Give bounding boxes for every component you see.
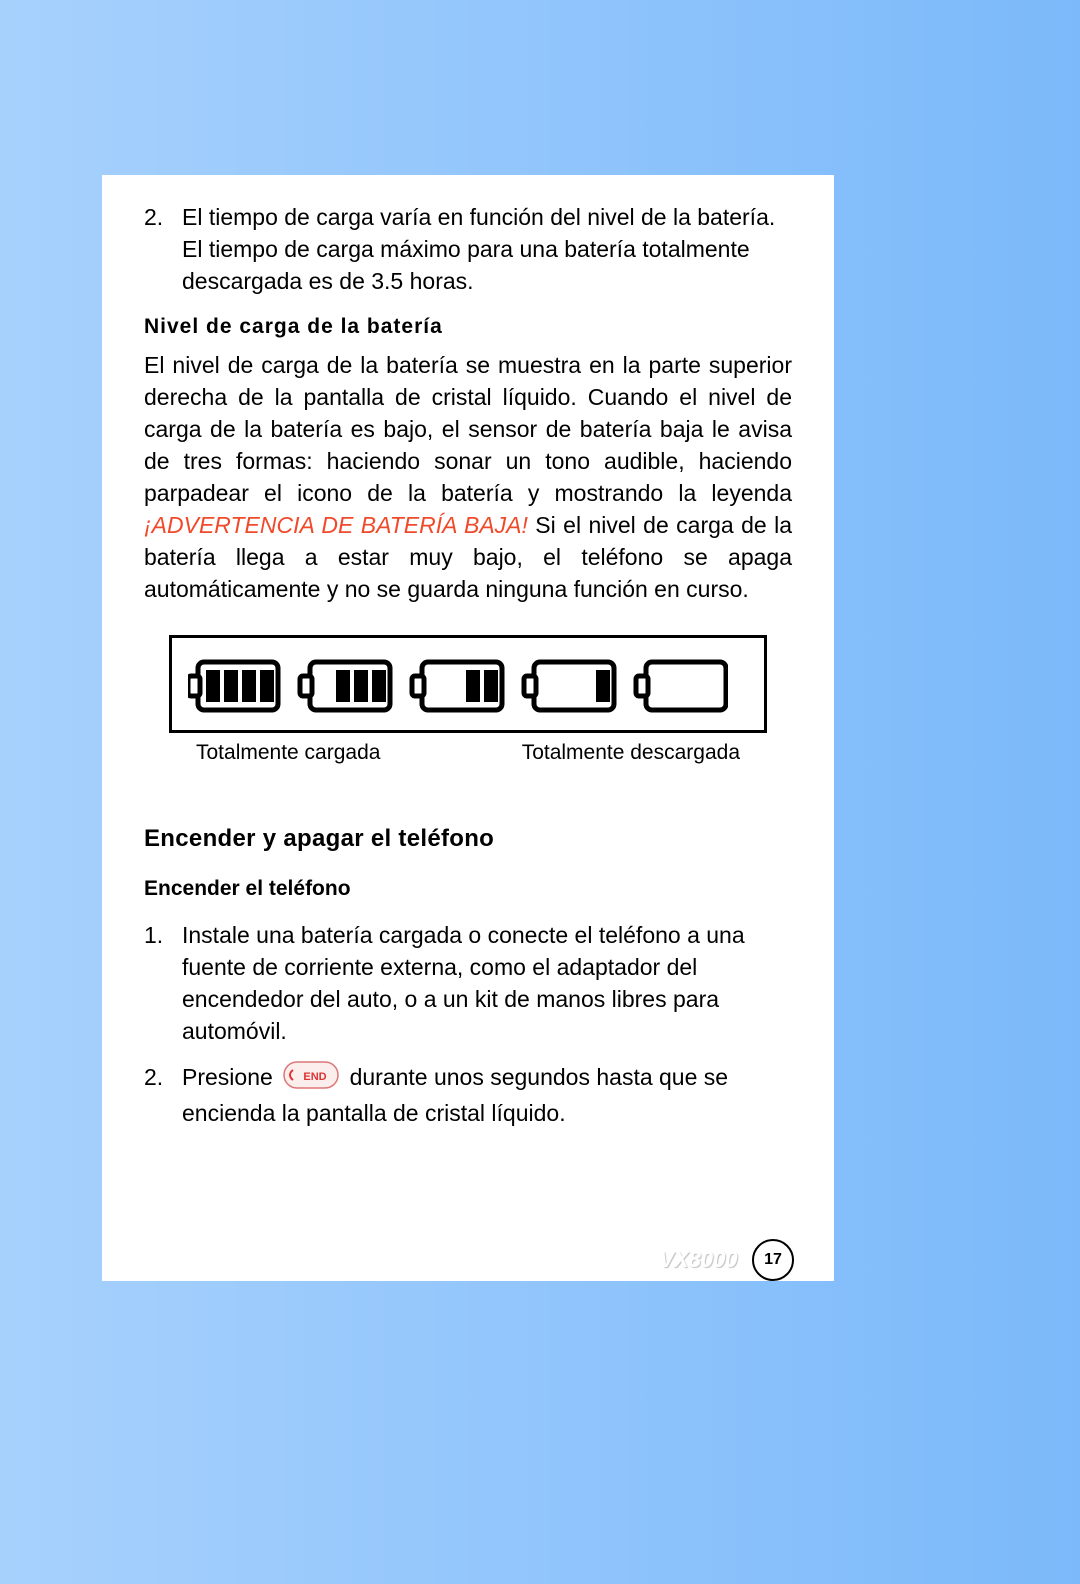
battery-icon-full [188,662,278,710]
page-footer: VX8000 17 [102,1239,834,1281]
battery-warning-text: ¡ADVERTENCIA DE BATERÍA BAJA! [144,512,528,538]
battery-captions: Totalmente cargada Totalmente descargada [188,741,748,765]
battery-icon-1bar [524,662,614,710]
para-segment: El nivel de carga de la batería se muest… [144,352,792,506]
text-segment: Presione [182,1064,279,1090]
subheading-turn-on: Encender el teléfono [144,877,792,901]
list-number: 2. [144,1061,164,1129]
list-item: 1. Instale una batería cargada o conecte… [144,919,792,1047]
svg-text:END: END [304,1071,327,1083]
list-text: El tiempo de carga varía en función del … [182,201,792,297]
page-number-badge: 17 [752,1239,794,1281]
list-item: 2. El tiempo de carga varía en función d… [144,201,792,297]
heading-battery-level: Nivel de carga de la batería [144,315,792,339]
battery-icon-empty [636,662,726,710]
list-text: Presione END durante unos segundos hasta… [182,1061,792,1129]
page-number: 17 [764,1251,782,1269]
list-number: 2. [144,201,164,297]
heading-power-phone: Encender y apagar el teléfono [144,825,792,853]
list-text: Instale una batería cargada o conecte el… [182,919,792,1047]
end-key-icon: END [283,1061,339,1097]
caption-empty: Totalmente descargada [522,741,740,765]
battery-level-diagram [169,635,767,733]
content-sheet: 2. El tiempo de carga varía en función d… [102,175,834,1281]
caption-full: Totalmente cargada [196,741,380,765]
page-background: 2. El tiempo de carga varía en función d… [0,0,1080,1584]
list-item: 2. Presione END durante unos segundos ha… [144,1061,792,1129]
battery-level-paragraph: El nivel de carga de la batería se muest… [144,349,792,605]
battery-icons-svg [188,656,728,716]
model-label: VX8000 [659,1247,737,1272]
list-number: 1. [144,919,164,1047]
battery-icon-3bars [300,662,390,710]
battery-icon-2bars [412,662,502,710]
